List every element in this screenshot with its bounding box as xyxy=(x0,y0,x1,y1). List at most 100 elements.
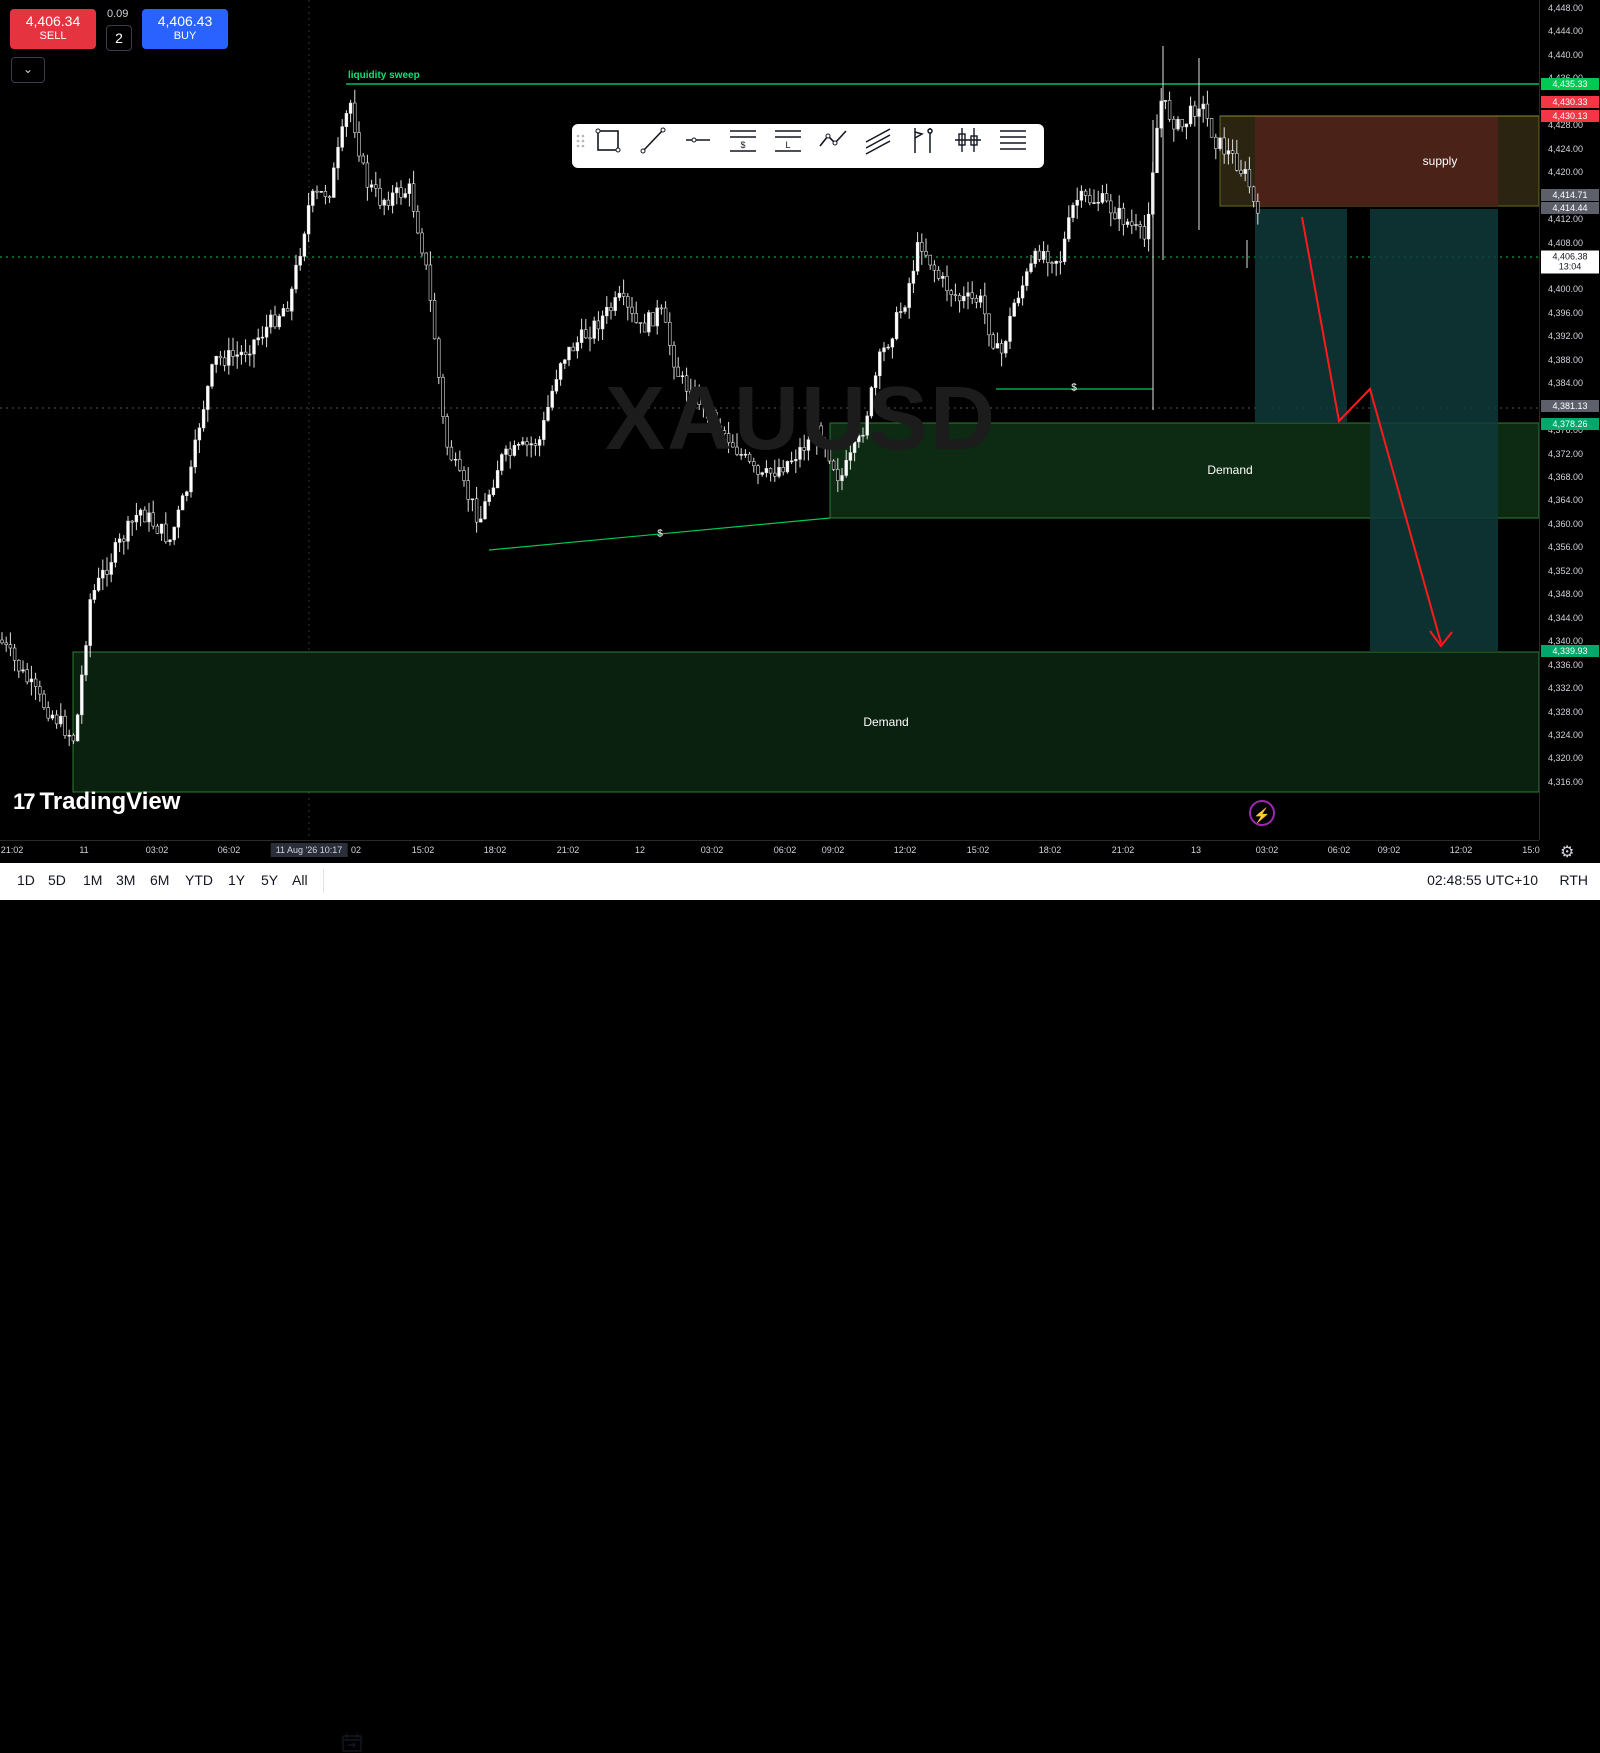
candle-body xyxy=(1062,238,1067,262)
range-button-1d[interactable]: 1D xyxy=(17,872,35,888)
sell-price: 4,406.34 xyxy=(25,13,81,29)
candle-body xyxy=(1037,250,1042,260)
time-tick: 06:02 xyxy=(217,845,241,855)
candle-body xyxy=(46,707,50,719)
candle-body xyxy=(1058,260,1063,263)
candle-body xyxy=(193,439,197,468)
candle-body xyxy=(348,102,353,114)
price-chart[interactable]: XAUUSD liquidity sweep supply Demand Dem… xyxy=(0,0,1539,840)
supply-zone[interactable] xyxy=(1255,116,1498,206)
rectangle-icon[interactable] xyxy=(592,124,624,156)
candle-body xyxy=(1125,221,1130,225)
price-tick: 4,372.00 xyxy=(1548,448,1584,459)
time-tick: 09:02 xyxy=(1377,845,1401,855)
price-tick: 4,320.00 xyxy=(1548,753,1584,764)
clock-display[interactable]: 02:48:55 UTC+10 xyxy=(1427,872,1538,888)
candle-body xyxy=(512,445,517,456)
candle-body xyxy=(1256,201,1260,214)
logo-text: TradingView xyxy=(39,788,181,815)
calendar-range-icon[interactable] xyxy=(341,1733,363,1753)
candle-body xyxy=(1251,186,1256,202)
candle-body xyxy=(474,498,479,523)
price-tick: 4,324.00 xyxy=(1548,729,1584,740)
candle-body xyxy=(903,307,907,312)
price-tick: 4,364.00 xyxy=(1548,495,1584,506)
candle-body xyxy=(571,346,575,352)
session-toggle[interactable]: RTH xyxy=(1559,872,1588,888)
range-button-5d[interactable]: 5D xyxy=(48,872,66,888)
candle-body xyxy=(105,569,109,575)
candle-body xyxy=(8,644,13,649)
range-button-6m[interactable]: 6M xyxy=(150,872,169,888)
candle-body xyxy=(533,443,538,446)
candle-body xyxy=(138,509,143,516)
long-position-icon[interactable]: L xyxy=(772,124,804,156)
gear-icon[interactable]: ⚙ xyxy=(1560,842,1574,862)
candle-body xyxy=(1138,224,1142,227)
current-price-value: 4,406.38 xyxy=(1552,251,1588,262)
candle-body xyxy=(59,715,63,725)
candle-body xyxy=(672,345,676,368)
candle-body xyxy=(1188,105,1193,125)
candle-body xyxy=(390,192,395,206)
fib-retracement-icon[interactable]: $ xyxy=(727,124,759,156)
range-button-1m[interactable]: 1M xyxy=(83,872,102,888)
separator xyxy=(323,869,324,893)
candle-body xyxy=(38,686,42,695)
trend-line-icon[interactable] xyxy=(637,124,669,156)
horizontal-line-icon[interactable] xyxy=(682,124,714,156)
bar-countdown: 13:04 xyxy=(1558,261,1582,272)
price-tick: 4,412.00 xyxy=(1548,214,1584,225)
more-tools-icon[interactable] xyxy=(997,124,1029,156)
drag-handle-icon[interactable] xyxy=(574,124,588,156)
candle-body xyxy=(33,678,38,687)
price-tick: 4,360.00 xyxy=(1548,518,1584,529)
time-tick: 21:02 xyxy=(0,845,24,855)
candle-body xyxy=(1100,193,1105,203)
range-button-5y[interactable]: 5Y xyxy=(261,872,278,888)
drawing-toolbar: $ L xyxy=(572,124,1044,168)
candle-body xyxy=(344,113,349,127)
time-axis[interactable]: 21:02 11 03:02 06:02 02 15:02 18:02 21:02 12 03:0… xyxy=(0,840,1540,863)
candle-body xyxy=(453,458,458,461)
short-position-target-2[interactable] xyxy=(1370,209,1498,651)
candle-body xyxy=(1201,103,1205,110)
sell-button[interactable]: 4,406.34 SELL xyxy=(10,9,96,49)
quantity-field[interactable]: 2 xyxy=(106,25,132,51)
range-button-all[interactable]: All xyxy=(292,872,308,888)
parallel-channel-icon[interactable] xyxy=(862,124,894,156)
candle-body xyxy=(21,669,25,672)
forecast-icon[interactable] xyxy=(907,124,939,156)
candle-body xyxy=(96,577,101,591)
candle-body xyxy=(1004,341,1008,354)
candlestick-pattern-icon[interactable] xyxy=(952,124,984,156)
candle-body xyxy=(1214,136,1218,149)
candle-body xyxy=(1050,262,1054,264)
bottom-toolbar: 1D 5D 1M 3M 6M YTD 1Y 5Y All 02:48:55 UTC+10 RTH xyxy=(0,863,1600,1752)
candle-body xyxy=(1121,207,1126,225)
candle-body xyxy=(12,647,17,661)
candle-body xyxy=(29,678,34,683)
candle-body xyxy=(1184,123,1189,128)
path-icon[interactable] xyxy=(817,124,849,156)
collapse-button[interactable]: ⌄ xyxy=(11,57,45,83)
lightning-icon[interactable]: ⚡ xyxy=(1249,800,1275,826)
candle-body xyxy=(256,337,260,341)
range-button-ytd[interactable]: YTD xyxy=(185,872,213,888)
time-tick: 15:0 xyxy=(1522,845,1540,855)
candle-body xyxy=(365,162,370,188)
candle-body xyxy=(4,642,8,645)
price-label: 4,414.44 xyxy=(1541,202,1599,214)
demand-zone-lower[interactable] xyxy=(72,651,1539,793)
candle-body xyxy=(168,539,172,543)
price-tick: 4,424.00 xyxy=(1548,143,1584,154)
candle-body xyxy=(617,292,622,298)
range-button-1y[interactable]: 1Y xyxy=(228,872,245,888)
price-axis[interactable]: 4,448.004,444.004,440.004,436.004,432.00… xyxy=(1539,0,1600,840)
buy-button[interactable]: 4,406.43 BUY xyxy=(142,9,228,49)
candle-body xyxy=(445,416,449,448)
candle-body xyxy=(932,264,937,271)
tradingview-logo[interactable]: 17 TradingView xyxy=(13,788,180,816)
candle-body xyxy=(659,307,664,310)
range-button-3m[interactable]: 3M xyxy=(116,872,135,888)
